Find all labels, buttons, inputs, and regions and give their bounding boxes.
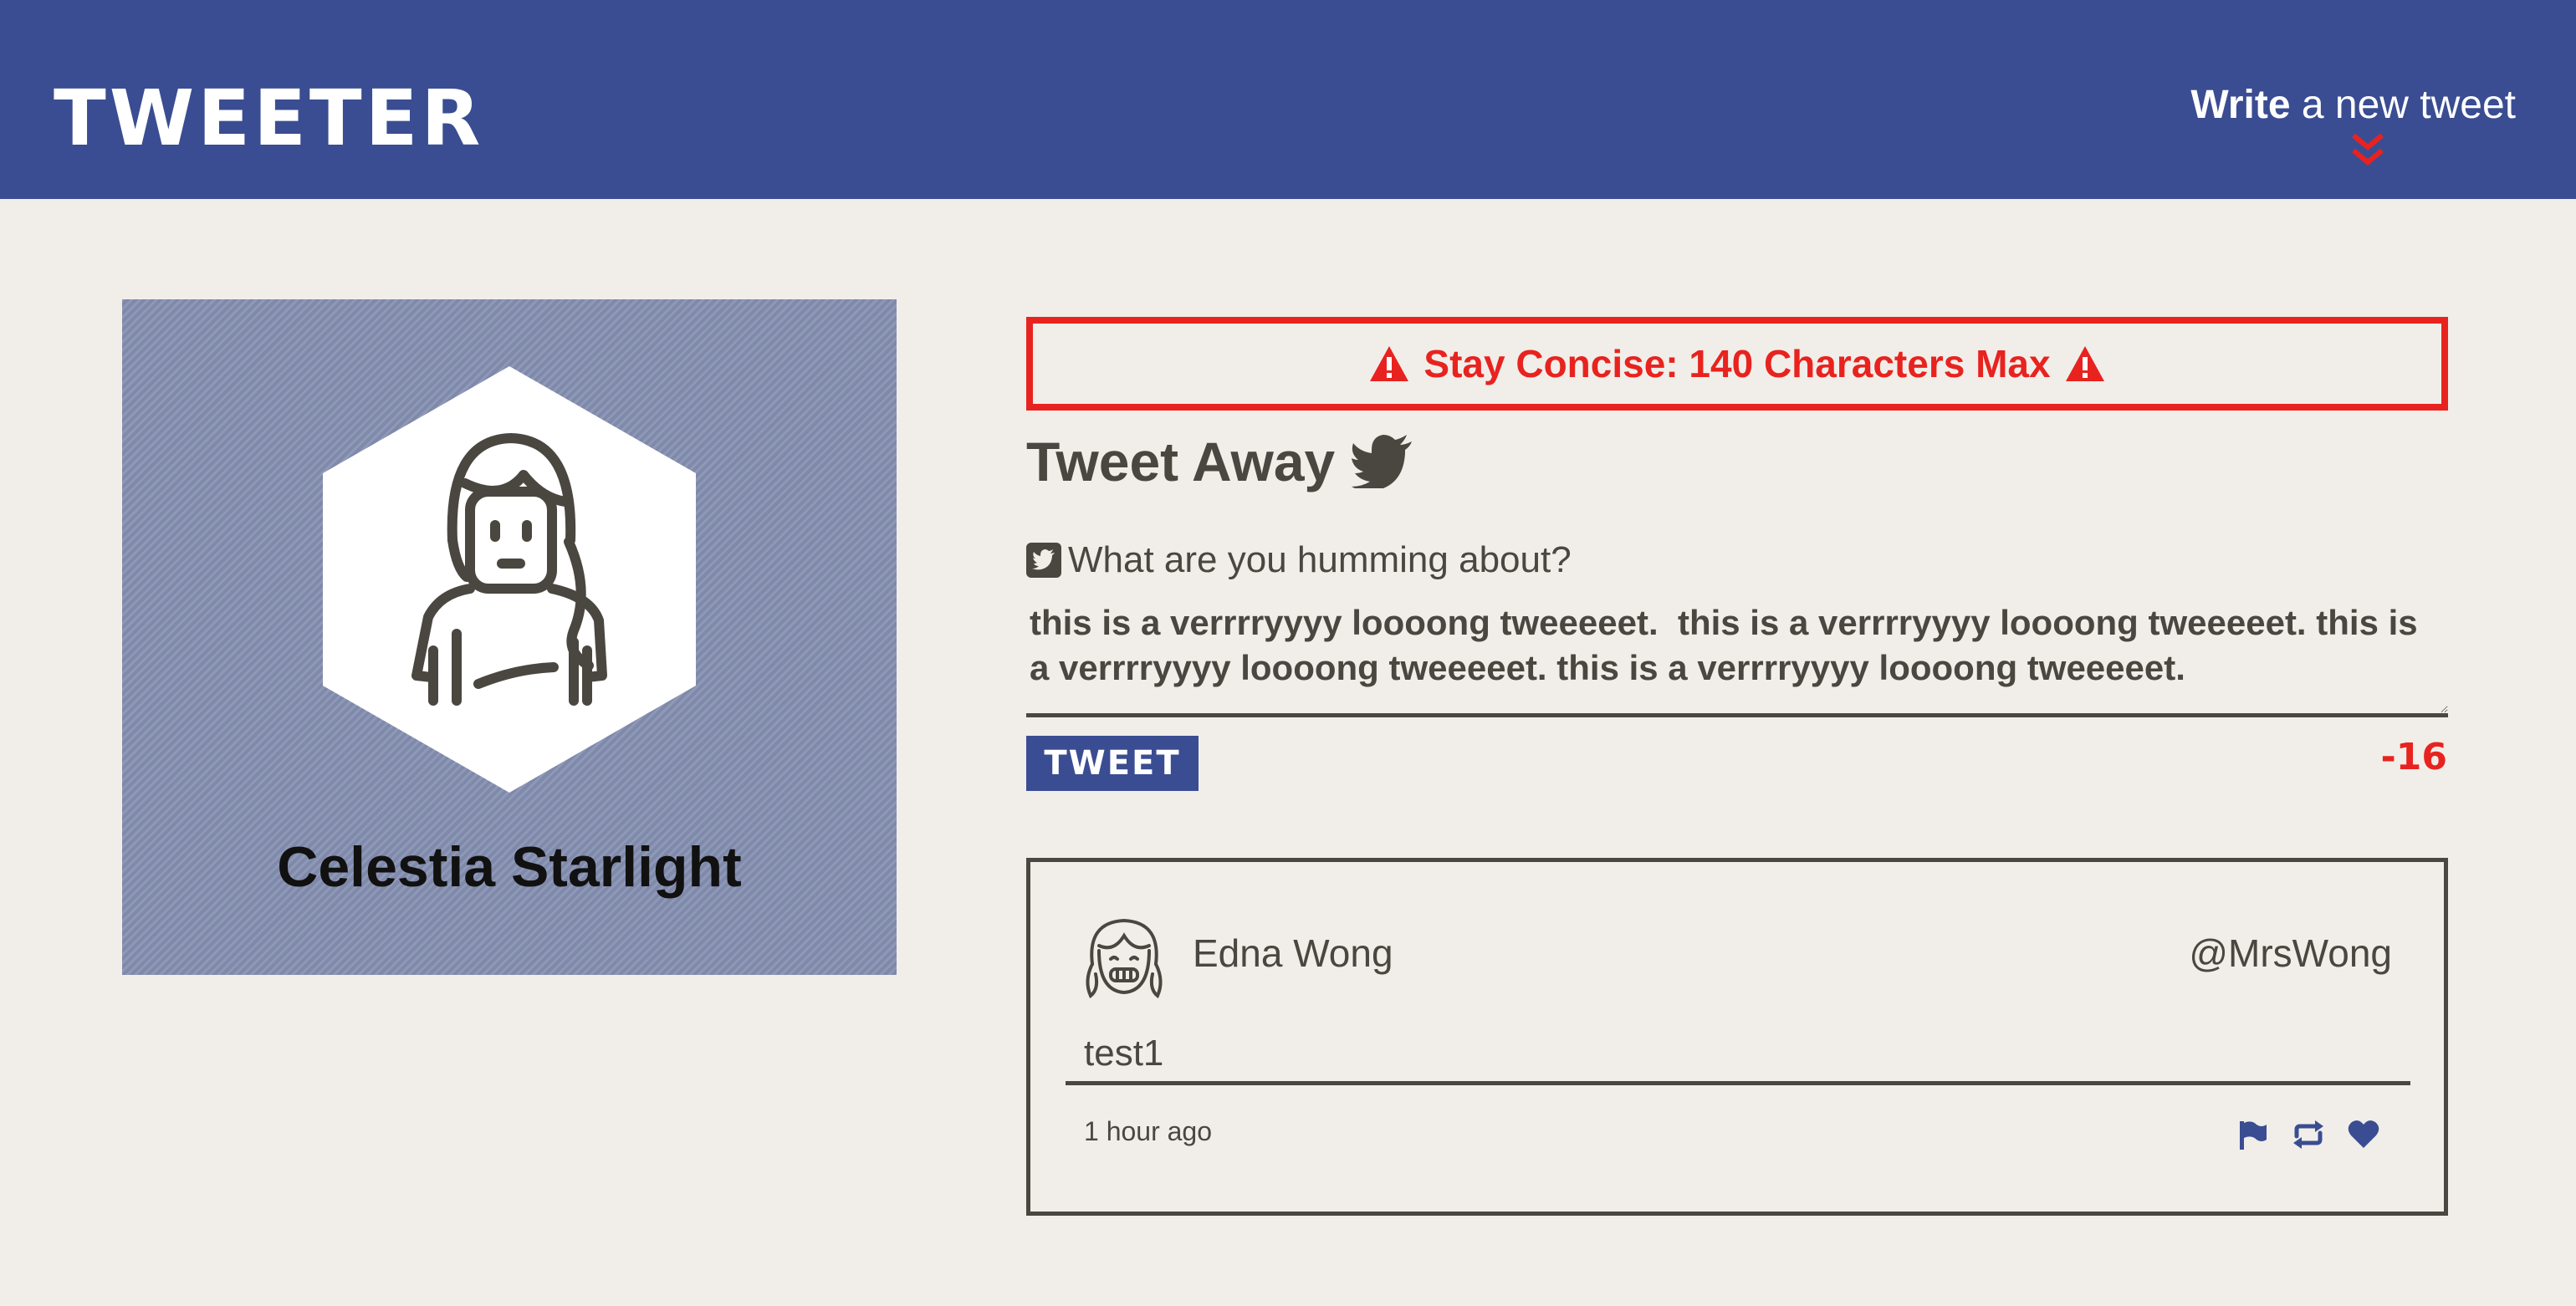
character-limit-alert: Stay Concise: 140 Characters Max xyxy=(1026,317,2448,411)
write-new-tweet-link[interactable]: Write a new tweet xyxy=(2190,82,2516,129)
compose-link-bold: Write xyxy=(2190,83,2291,127)
composer-title-text: Tweet Away xyxy=(1026,431,1336,492)
twitter-square-icon xyxy=(1026,543,1061,578)
chevron-double-down-icon[interactable] xyxy=(2350,132,2385,169)
brand-logo[interactable]: TWEETER xyxy=(54,80,483,157)
profile-card: Celestia Starlight xyxy=(122,299,897,975)
tweet-card: Edna Wong @MrsWong test1 1 hour ago xyxy=(1026,858,2448,1216)
heart-icon[interactable] xyxy=(2347,1118,2380,1151)
tweet-divider xyxy=(1066,1081,2410,1085)
alert-text: Stay Concise: 140 Characters Max xyxy=(1423,342,2051,385)
retweet-icon[interactable] xyxy=(2292,1118,2325,1151)
tweet-author-name: Edna Wong xyxy=(1193,931,1393,975)
girl-avatar-icon xyxy=(323,366,696,793)
girl-smiling-avatar-icon xyxy=(1086,918,1163,999)
tweet-timestamp: 1 hour ago xyxy=(1084,1116,1213,1146)
warning-icon xyxy=(1370,346,1409,381)
tweet-textarea[interactable]: this is a verrrryyyy loooong tweeeeet. t… xyxy=(1026,599,2448,717)
tweet-text: test1 xyxy=(1084,1033,1164,1074)
composer-title: Tweet Away xyxy=(1026,428,1413,495)
twitter-bird-icon xyxy=(1352,435,1413,488)
profile-name: Celestia Starlight xyxy=(277,835,742,899)
tweet-submit-button[interactable]: TWEET xyxy=(1026,736,1199,791)
warning-icon xyxy=(2065,346,2104,381)
compose-link-text: a new tweet xyxy=(2290,83,2516,127)
tweet-input-label: What are you humming about? xyxy=(1026,538,1572,582)
tweet-input-label-text: What are you humming about? xyxy=(1068,539,1572,580)
tweet-actions xyxy=(2236,1118,2380,1151)
tweet-author-handle: @MrsWong xyxy=(2189,931,2392,975)
top-nav: TWEETER Write a new tweet xyxy=(0,0,2576,199)
character-counter: -16 xyxy=(2380,736,2448,778)
flag-icon[interactable] xyxy=(2236,1118,2270,1151)
